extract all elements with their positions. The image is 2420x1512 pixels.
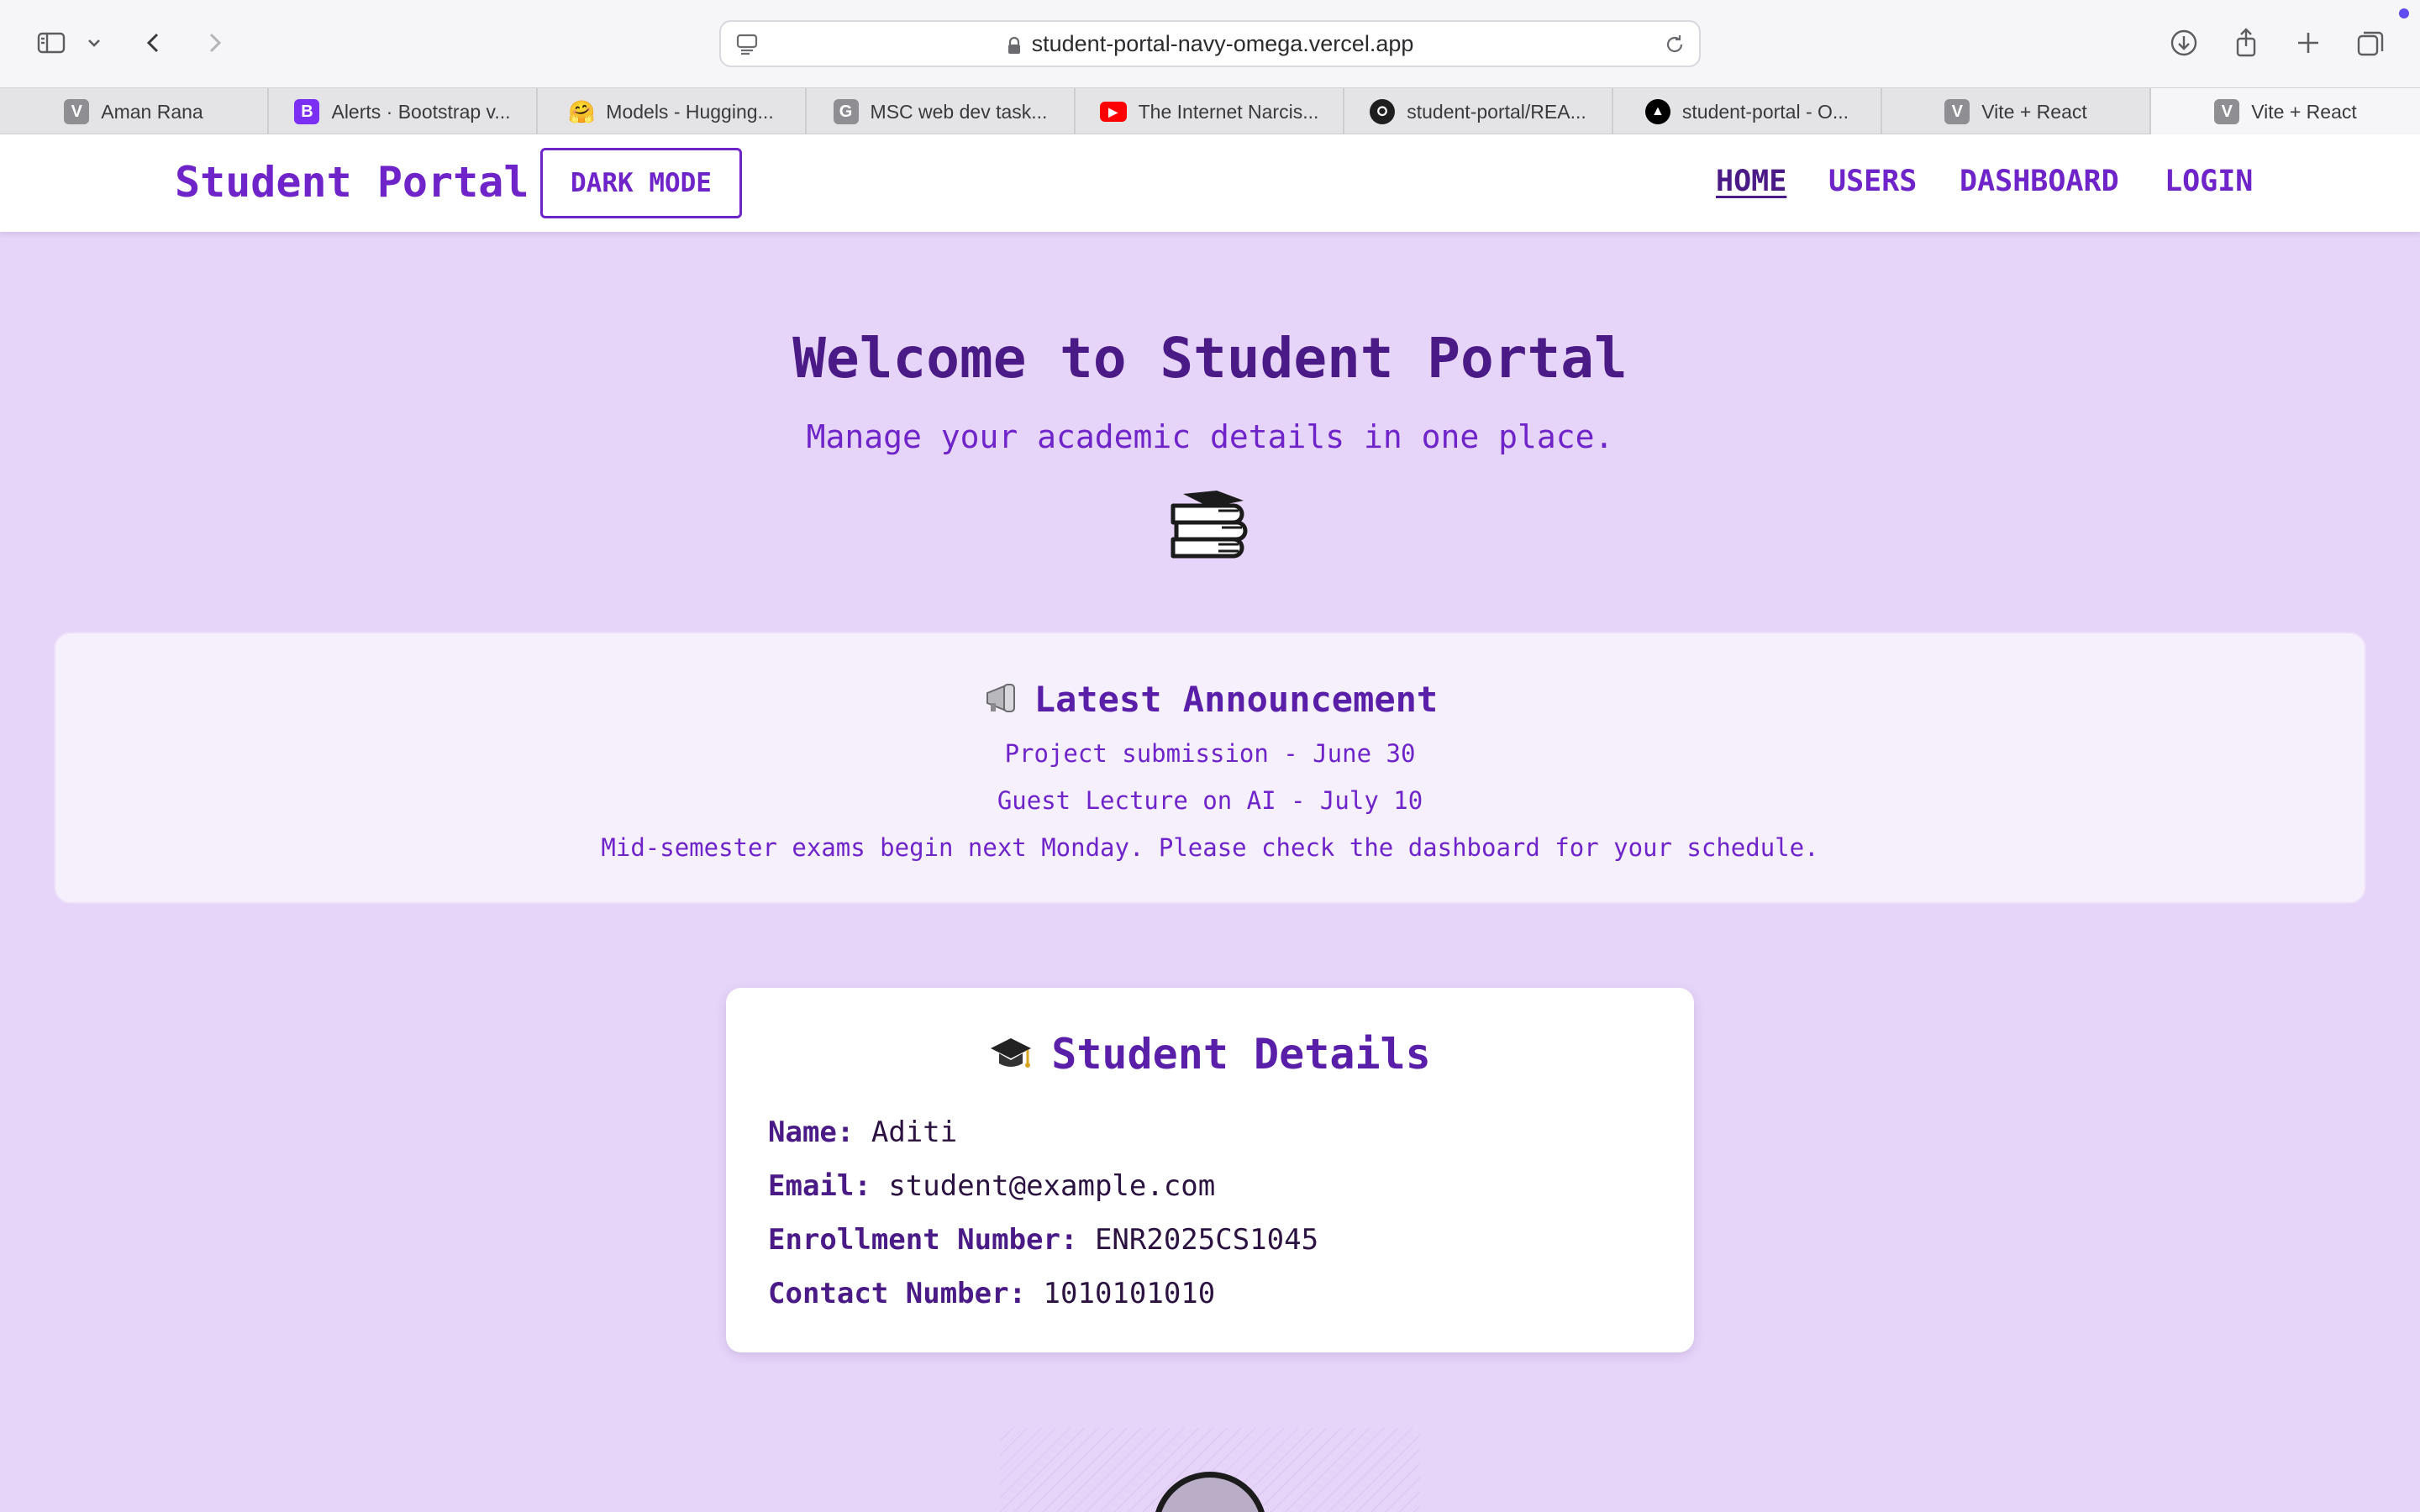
nav-dashboard[interactable]: DASHBOARD <box>1960 165 2119 198</box>
field-value: ENR2025CS1045 <box>1094 1223 1319 1257</box>
field-name: Name: Aditi <box>768 1116 957 1149</box>
field-value: 1010101010 <box>1043 1277 1216 1310</box>
tab-msc-task[interactable]: G MSC web dev task... <box>807 88 1076 135</box>
browser-toolbar: student-portal-navy-omega.vercel.app <box>0 0 2420 87</box>
field-label: Contact Number: <box>768 1277 1027 1310</box>
student-details-title: Student Details <box>1051 1030 1431 1079</box>
youtube-icon: ▶ <box>1099 102 1127 122</box>
announcement-panel: Latest Announcement Project submission -… <box>54 632 2366 904</box>
new-tab-icon[interactable] <box>2286 20 2331 66</box>
tab-favicon-icon: V <box>1944 99 1970 124</box>
sidebar-toggle-icon[interactable] <box>29 20 74 66</box>
dark-mode-button[interactable]: DARK MODE <box>540 148 742 218</box>
tab-label: Models - Hugging... <box>606 100 774 123</box>
tab-label: Vite + React <box>2251 100 2357 123</box>
hero-subtitle: Manage your academic details in one plac… <box>806 418 1614 455</box>
tab-label: The Internet Narcis... <box>1138 100 1319 123</box>
hero-title: Welcome to Student Portal <box>792 326 1628 391</box>
tab-label: student-portal/REA... <box>1407 100 1586 123</box>
field-label: Email: <box>768 1169 871 1203</box>
chevron-down-icon[interactable] <box>77 20 111 66</box>
announcement-heading: Latest Announcement <box>55 679 2365 720</box>
back-icon[interactable] <box>131 20 176 66</box>
field-enrollment: Enrollment Number: ENR2025CS1045 <box>768 1223 1318 1257</box>
brand-logo[interactable]: Student Portal <box>175 158 529 207</box>
reload-icon[interactable] <box>1662 32 1687 57</box>
tab-favicon-icon: G <box>833 99 859 124</box>
announcement-title: Latest Announcement <box>1034 679 1439 720</box>
field-email: Email: student@example.com <box>768 1169 1215 1203</box>
student-details-card: Student Details Name: Aditi Email: stude… <box>726 988 1694 1352</box>
tab-favicon-icon: V <box>64 99 90 124</box>
downloads-icon[interactable] <box>2161 20 2207 66</box>
field-label: Name: <box>768 1116 855 1149</box>
url-text: student-portal-navy-omega.vercel.app <box>1031 30 1414 56</box>
field-contact: Contact Number: 1010101010 <box>768 1277 1215 1310</box>
tab-vite-react[interactable]: V Vite + React <box>1882 88 2151 135</box>
announcement-item: Mid-semester exams begin next Monday. Pl… <box>601 833 1819 862</box>
field-label: Enrollment Number: <box>768 1223 1078 1257</box>
graduation-cap-icon <box>991 1038 1032 1068</box>
nav-users[interactable]: USERS <box>1828 165 1917 198</box>
tab-label: student-portal - O... <box>1681 100 1849 123</box>
address-bar[interactable]: student-portal-navy-omega.vercel.app <box>719 20 1701 67</box>
share-icon[interactable] <box>2223 20 2269 66</box>
announcement-item: Guest Lecture on AI - July 10 <box>997 786 1423 815</box>
field-value: Aditi <box>871 1116 958 1149</box>
tab-aman-rana[interactable]: V Aman Rana <box>0 88 269 135</box>
notification-dot <box>2399 8 2409 18</box>
megaphone-icon <box>986 684 1015 712</box>
vercel-icon: ▲ <box>1644 99 1670 124</box>
tab-label: MSC web dev task... <box>870 100 1048 123</box>
nav-login[interactable]: LOGIN <box>2165 165 2253 198</box>
tab-label: Alerts · Bootstrap v... <box>331 100 511 123</box>
nav-home[interactable]: HOME <box>1716 165 1786 198</box>
tab-favicon-icon: V <box>2214 99 2240 124</box>
forward-icon[interactable] <box>192 20 237 66</box>
tab-vercel[interactable]: ▲ student-portal - O... <box>1613 88 1882 135</box>
github-icon <box>1370 99 1396 124</box>
site-header: Student Portal DARK MODE HOME USERS DASH… <box>0 134 2420 232</box>
tab-hugging-face[interactable]: 🤗 Models - Hugging... <box>538 88 807 135</box>
tab-bootstrap-alerts[interactable]: B Alerts · Bootstrap v... <box>269 88 538 135</box>
tab-bar: V Aman Rana B Alerts · Bootstrap v... 🤗 … <box>0 87 2420 135</box>
lock-icon <box>1007 34 1022 54</box>
announcement-item: Project submission - June 30 <box>1004 739 1416 768</box>
tab-github[interactable]: student-portal/REA... <box>1344 88 1613 135</box>
books-icon <box>1171 491 1248 559</box>
field-value: student@example.com <box>888 1169 1216 1203</box>
tab-label: Aman Rana <box>101 100 203 123</box>
tab-overview-icon[interactable] <box>2348 20 2393 66</box>
tab-label: Vite + React <box>1981 100 2087 123</box>
student-details-heading: Student Details <box>726 1030 1694 1079</box>
hugging-face-icon: 🤗 <box>568 98 596 124</box>
tab-favicon-icon: B <box>294 99 320 124</box>
tab-youtube[interactable]: ▶ The Internet Narcis... <box>1076 88 1344 135</box>
tab-vite-react-active[interactable]: V Vite + React <box>2151 88 2420 135</box>
